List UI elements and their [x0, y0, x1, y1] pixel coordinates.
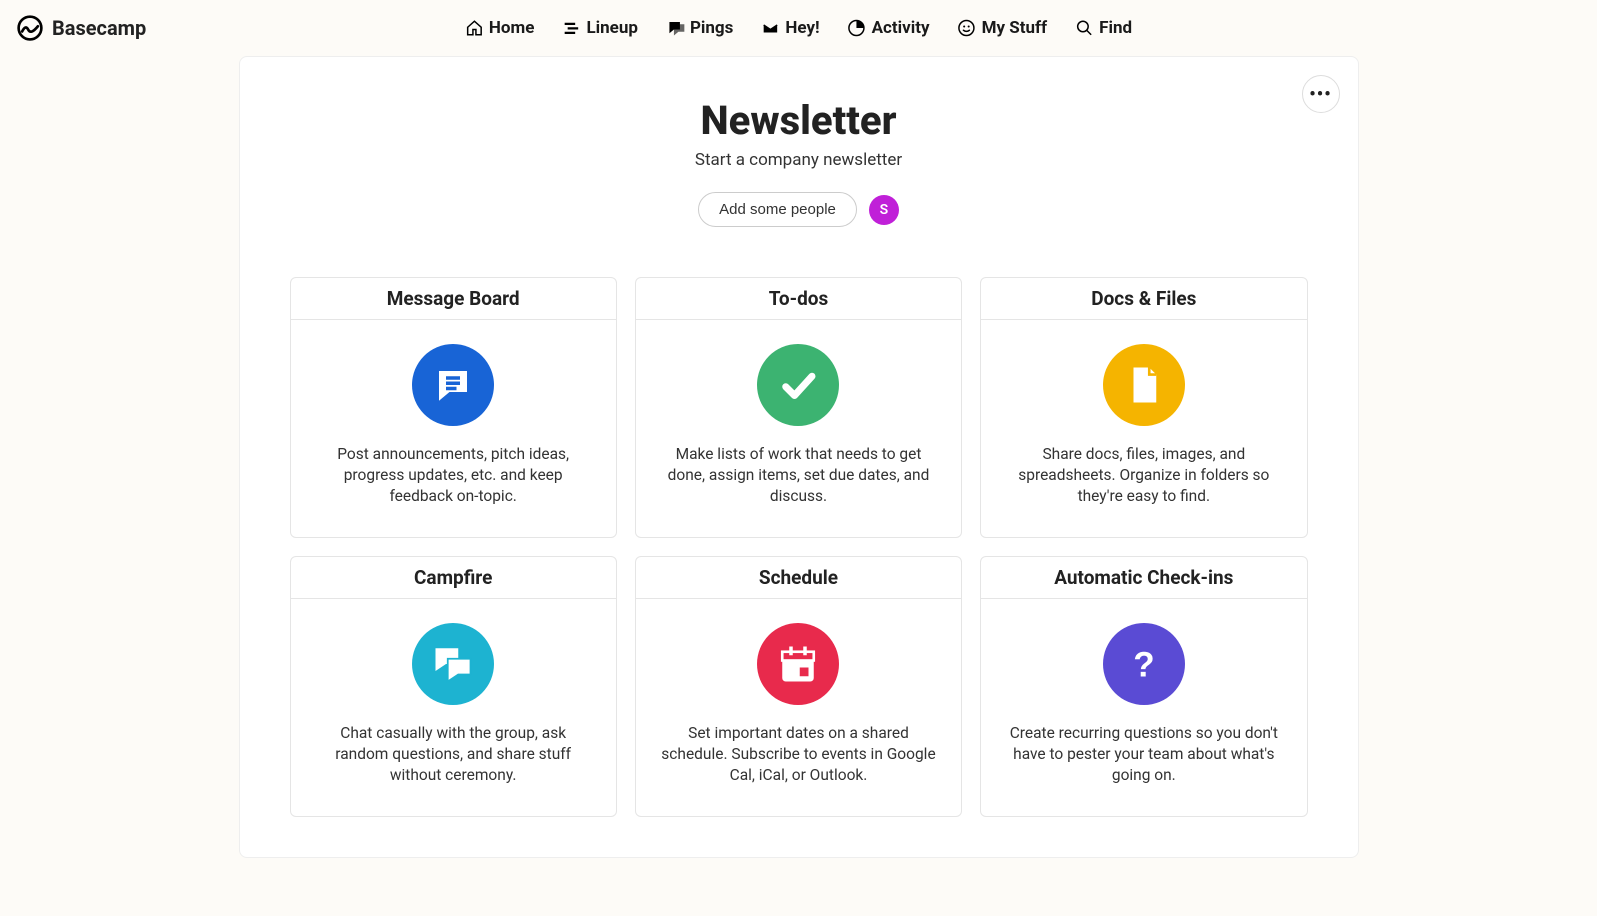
search-icon [1075, 19, 1093, 37]
check-icon [757, 344, 839, 426]
tool-card-desc: Create recurring questions so you don't … [1005, 723, 1282, 786]
nav-activity[interactable]: Activity [848, 18, 930, 38]
nav-hey[interactable]: Hey! [761, 18, 819, 38]
nav-lineup[interactable]: Lineup [562, 18, 638, 38]
activity-icon [848, 19, 866, 37]
tool-card-body: Make lists of work that needs to get don… [636, 320, 961, 537]
project-subtitle: Start a company newsletter [290, 150, 1308, 170]
svg-text:?: ? [1133, 645, 1154, 684]
chat-icon [412, 623, 494, 705]
nav-home[interactable]: Home [465, 18, 535, 38]
main-nav: Home Lineup Pings Hey! Activity My Stuff… [465, 18, 1132, 38]
tool-card-body: Set important dates on a shared schedule… [636, 599, 961, 816]
tool-card-schedule[interactable]: Schedule Set important dates on a shared … [635, 556, 962, 817]
nav-label: My Stuff [982, 18, 1048, 38]
tool-card-title: Campfire [291, 557, 616, 599]
brand-name: Basecamp [52, 16, 146, 40]
pings-icon [666, 19, 684, 37]
avatar[interactable]: S [869, 195, 899, 225]
tool-card-title: Schedule [636, 557, 961, 599]
project-title: Newsletter [290, 97, 1308, 144]
nav-label: Activity [872, 18, 930, 38]
nav-find[interactable]: Find [1075, 18, 1132, 38]
tool-card-title: Automatic Check-ins [981, 557, 1306, 599]
home-icon [465, 19, 483, 37]
project-header: Newsletter Start a company newsletter Ad… [290, 97, 1308, 227]
tool-card-title: To-dos [636, 278, 961, 320]
brand-logo[interactable]: Basecamp [16, 14, 146, 42]
topbar: Basecamp Home Lineup Pings Hey! Activity… [0, 0, 1597, 56]
tool-card-desc: Post announcements, pitch ideas, progres… [315, 444, 592, 507]
tool-card-desc: Make lists of work that needs to get don… [660, 444, 937, 507]
nav-mystuff[interactable]: My Stuff [958, 18, 1048, 38]
people-row: Add some people S [290, 192, 1308, 227]
lineup-icon [562, 19, 580, 37]
tools-grid: Message Board Post announcements, pitch i… [290, 277, 1308, 817]
tool-card-automatic-check-ins[interactable]: Automatic Check-ins? Create recurring que… [980, 556, 1307, 817]
tool-card-campfire[interactable]: Campfire Chat casually with the group, as… [290, 556, 617, 817]
nav-pings[interactable]: Pings [666, 18, 733, 38]
basecamp-icon [16, 14, 44, 42]
tool-card-body: ? Create recurring questions so you don't… [981, 599, 1306, 816]
tool-card-to-dos[interactable]: To-dos Make lists of work that needs to g… [635, 277, 962, 538]
nav-label: Home [489, 18, 535, 38]
tool-card-desc: Set important dates on a shared schedule… [660, 723, 937, 786]
tool-card-body: Share docs, files, images, and spreadshe… [981, 320, 1306, 537]
tool-card-desc: Chat casually with the group, ask random… [315, 723, 592, 786]
nav-label: Pings [690, 18, 733, 38]
hey-icon [761, 19, 779, 37]
tool-card-title: Docs & Files [981, 278, 1306, 320]
project-panel: ••• Newsletter Start a company newslette… [239, 56, 1359, 858]
tool-card-title: Message Board [291, 278, 616, 320]
tool-card-desc: Share docs, files, images, and spreadshe… [1005, 444, 1282, 507]
nav-label: Lineup [586, 18, 638, 38]
more-options-button[interactable]: ••• [1302, 75, 1340, 113]
more-icon: ••• [1309, 84, 1331, 105]
mystuff-icon [958, 19, 976, 37]
nav-label: Find [1099, 18, 1132, 38]
tool-card-body: Chat casually with the group, ask random… [291, 599, 616, 816]
tool-card-message-board[interactable]: Message Board Post announcements, pitch i… [290, 277, 617, 538]
tool-card-docs-files[interactable]: Docs & Files Share docs, files, images, a… [980, 277, 1307, 538]
question-icon: ? [1103, 623, 1185, 705]
tool-card-body: Post announcements, pitch ideas, progres… [291, 320, 616, 537]
nav-label: Hey! [785, 18, 819, 38]
calendar-icon [757, 623, 839, 705]
doc-icon [1103, 344, 1185, 426]
add-people-button[interactable]: Add some people [698, 192, 857, 227]
message-icon [412, 344, 494, 426]
